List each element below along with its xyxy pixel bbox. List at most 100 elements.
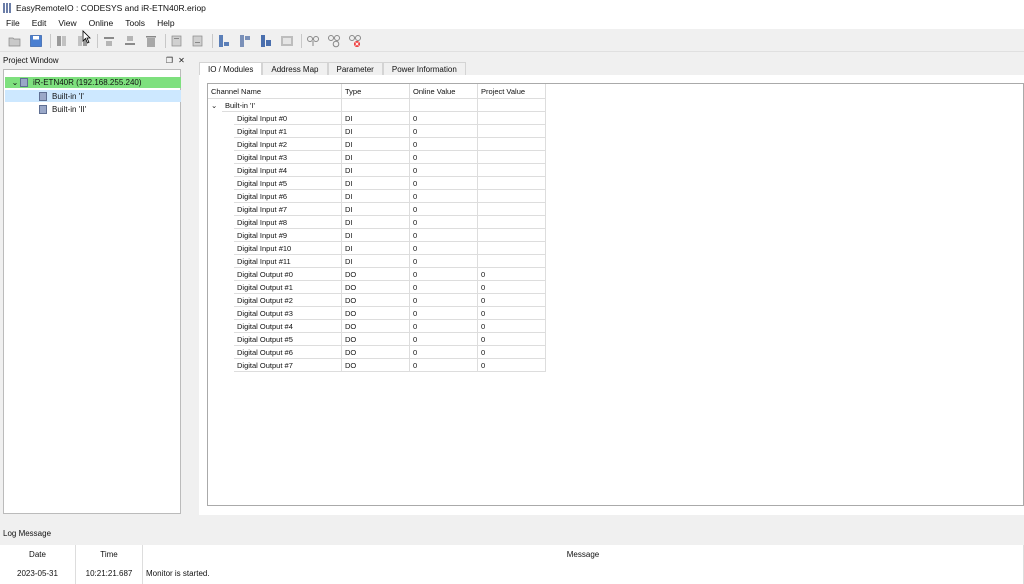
stop-monitor-icon[interactable]	[348, 34, 362, 48]
tree-child-label: Built-in 'II'	[52, 104, 87, 114]
online-value-cell[interactable]: 0	[410, 307, 478, 320]
online-value-cell[interactable]: 0	[410, 125, 478, 138]
chevron-down-icon[interactable]: ⌄	[10, 78, 20, 87]
tab-io-modules[interactable]: IO / Modules	[199, 62, 263, 75]
column-header[interactable]: Channel Name	[208, 84, 342, 99]
module-left-icon[interactable]	[55, 34, 69, 48]
project-value-cell[interactable]	[478, 112, 546, 125]
type-cell: DI	[342, 177, 410, 190]
project-value-cell[interactable]: 0	[478, 359, 546, 372]
module-grid-icon[interactable]	[280, 34, 294, 48]
project-value-cell[interactable]	[478, 125, 546, 138]
online-value-cell[interactable]: 0	[410, 281, 478, 294]
connect-icon[interactable]	[306, 34, 320, 48]
open-folder-icon[interactable]	[8, 34, 22, 48]
download-icon[interactable]	[238, 34, 252, 48]
column-header[interactable]: Online Value	[410, 84, 478, 99]
log-column-header[interactable]: Date	[0, 545, 76, 565]
type-cell: DO	[342, 307, 410, 320]
project-value-cell[interactable]: 0	[478, 346, 546, 359]
save-icon[interactable]	[29, 34, 43, 48]
project-window-header: Project Window ❐ ✕	[0, 54, 189, 67]
channel-name-cell: Digital Output #2	[234, 294, 342, 307]
online-value-cell[interactable]: 0	[410, 203, 478, 216]
online-value-cell[interactable]: 0	[410, 190, 478, 203]
online-value-cell[interactable]: 0	[410, 359, 478, 372]
online-value-cell[interactable]: 0	[410, 294, 478, 307]
project-value-cell[interactable]	[478, 255, 546, 268]
online-value-cell[interactable]: 0	[410, 112, 478, 125]
project-value-cell[interactable]	[478, 229, 546, 242]
chevron-down-icon[interactable]: ⌄	[208, 99, 222, 112]
channel-name-cell: Digital Output #4	[234, 320, 342, 333]
device-icon	[20, 78, 28, 87]
online-value-cell[interactable]: 0	[410, 164, 478, 177]
project-value-cell[interactable]: 0	[478, 333, 546, 346]
project-value-cell[interactable]	[478, 242, 546, 255]
upload-icon[interactable]	[217, 34, 231, 48]
import-icon[interactable]	[170, 34, 184, 48]
menu-file[interactable]: File	[6, 18, 20, 28]
log-column-header[interactable]: Message	[143, 545, 1024, 565]
channel-name-cell: Digital Input #6	[234, 190, 342, 203]
online-value-cell[interactable]: 0	[410, 229, 478, 242]
project-value-cell[interactable]	[478, 138, 546, 151]
online-value-cell[interactable]: 0	[410, 151, 478, 164]
project-value-cell[interactable]	[478, 203, 546, 216]
menu-online[interactable]: Online	[89, 18, 114, 28]
project-value-cell[interactable]	[478, 164, 546, 177]
channel-name-cell: Digital Output #5	[234, 333, 342, 346]
channel-name-cell: Digital Output #0	[234, 268, 342, 281]
menu-view[interactable]: View	[58, 18, 76, 28]
tree-root-label: iR-ETN40R (192.168.255.240)	[33, 78, 142, 87]
project-value-cell[interactable]	[478, 177, 546, 190]
log-header: Log Message	[0, 527, 1024, 540]
column-header[interactable]: Project Value	[478, 84, 546, 99]
project-value-cell[interactable]	[478, 190, 546, 203]
project-value-cell[interactable]	[478, 216, 546, 229]
channel-name-cell: Digital Input #7	[234, 203, 342, 216]
delete-icon[interactable]	[144, 34, 158, 48]
project-value-cell[interactable]: 0	[478, 294, 546, 307]
project-value-cell[interactable]: 0	[478, 307, 546, 320]
project-value-cell[interactable]: 0	[478, 281, 546, 294]
tree-child-node[interactable]: Built-in 'II'	[5, 103, 181, 115]
title-bar: EasyRemoteIO : CODESYS and iR-ETN40R.eri…	[0, 0, 1024, 16]
online-value-cell[interactable]: 0	[410, 138, 478, 151]
upload-module-icon[interactable]	[259, 34, 273, 48]
disconnect-icon[interactable]	[327, 34, 341, 48]
tree-root-node[interactable]: ⌄ iR-ETN40R (192.168.255.240)	[5, 77, 181, 88]
tab-parameter[interactable]: Parameter	[327, 62, 383, 75]
toolbar-separator	[97, 34, 98, 48]
export-icon[interactable]	[191, 34, 205, 48]
group-label: Built-in 'I'	[222, 99, 342, 112]
online-value-cell[interactable]: 0	[410, 216, 478, 229]
channel-name-cell: Digital Input #0	[234, 112, 342, 125]
float-icon[interactable]: ❐	[165, 56, 174, 65]
online-value-cell[interactable]: 0	[410, 333, 478, 346]
module-icon	[39, 104, 47, 114]
align-bottom-icon[interactable]	[123, 34, 137, 48]
type-cell: DO	[342, 333, 410, 346]
online-value-cell[interactable]: 0	[410, 346, 478, 359]
online-value-cell[interactable]: 0	[410, 268, 478, 281]
project-value-cell[interactable]: 0	[478, 268, 546, 281]
type-cell: DI	[342, 242, 410, 255]
close-icon[interactable]: ✕	[177, 56, 186, 65]
column-header[interactable]: Type	[342, 84, 410, 99]
menu-edit[interactable]: Edit	[32, 18, 47, 28]
menu-help[interactable]: Help	[157, 18, 174, 28]
project-value-cell[interactable]: 0	[478, 320, 546, 333]
online-value-cell[interactable]: 0	[410, 177, 478, 190]
project-window-title: Project Window	[3, 56, 59, 65]
log-column-header[interactable]: Time	[76, 545, 143, 565]
project-value-cell[interactable]	[478, 151, 546, 164]
online-value-cell[interactable]: 0	[410, 242, 478, 255]
tree-child-node[interactable]: Built-in 'I'	[5, 90, 181, 102]
tab-power-information[interactable]: Power Information	[382, 62, 466, 75]
online-value-cell[interactable]: 0	[410, 255, 478, 268]
align-top-icon[interactable]	[102, 34, 116, 48]
menu-tools[interactable]: Tools	[125, 18, 145, 28]
tab-address-map[interactable]: Address Map	[262, 62, 328, 75]
online-value-cell[interactable]: 0	[410, 320, 478, 333]
